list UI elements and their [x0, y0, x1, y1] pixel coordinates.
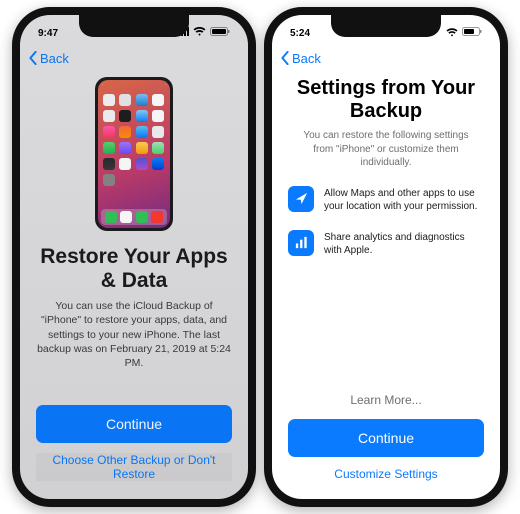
settings-item-analytics: Share analytics and diagnostics with App… [288, 230, 484, 258]
page-description: You can restore the following settings f… [288, 129, 484, 170]
device-right: 5:24 Back Settings from Your Backup You … [264, 7, 508, 507]
wifi-icon [446, 28, 458, 39]
settings-item-text: Share analytics and diagnostics with App… [324, 230, 484, 258]
battery-icon [462, 27, 482, 39]
status-time: 5:24 [290, 28, 310, 39]
location-arrow-icon [288, 186, 314, 212]
back-button[interactable]: Back [28, 51, 69, 66]
analytics-bars-icon [288, 230, 314, 256]
page-title: Restore Your Apps & Data [36, 245, 232, 293]
wifi-icon [193, 27, 206, 39]
chevron-left-icon [280, 51, 290, 65]
status-time: 9:47 [38, 28, 58, 39]
notch [331, 15, 441, 37]
chevron-left-icon [28, 51, 38, 65]
back-label: Back [40, 51, 69, 66]
nav-bar: Back [272, 45, 500, 71]
choose-other-backup-button[interactable]: Choose Other Backup or Don't Restore [36, 453, 232, 481]
settings-item-location: Allow Maps and other apps to use your lo… [288, 186, 484, 214]
continue-button[interactable]: Continue [288, 419, 484, 457]
notch [79, 15, 189, 37]
back-button[interactable]: Back [280, 51, 321, 66]
device-preview: ·· [36, 71, 232, 231]
battery-icon [210, 27, 230, 39]
learn-more-button[interactable]: Learn More... [288, 393, 484, 407]
page-description: You can use the iCloud Backup of "iPhone… [36, 299, 232, 370]
device-left: 9:47 Back [12, 7, 256, 507]
nav-bar: Back [20, 45, 248, 71]
customize-settings-button[interactable]: Customize Settings [288, 467, 484, 481]
back-label: Back [292, 51, 321, 66]
home-screen-icons [103, 94, 165, 186]
continue-button[interactable]: Continue [36, 405, 232, 443]
page-title: Settings from Your Backup [288, 77, 484, 123]
settings-item-text: Allow Maps and other apps to use your lo… [324, 186, 484, 214]
